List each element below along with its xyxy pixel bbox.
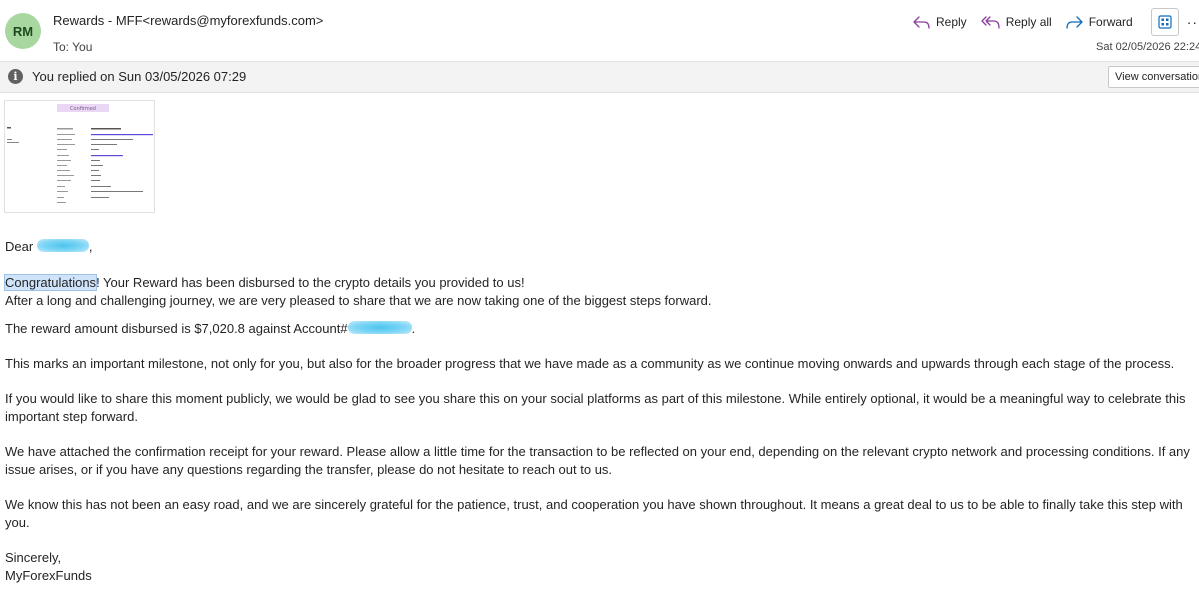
signature-line: MyForexFunds xyxy=(5,568,92,583)
apps-button[interactable] xyxy=(1150,8,1179,36)
receipt-preview-image: Confirmed xyxy=(7,104,153,203)
grid-icon xyxy=(1158,15,1172,29)
reply-icon xyxy=(913,15,930,29)
reply-all-label: Reply all xyxy=(1005,15,1052,29)
milestone-paragraph: This marks an important milestone, not o… xyxy=(5,356,1175,371)
redacted-name xyxy=(36,239,89,252)
sender-avatar[interactable]: RM xyxy=(5,13,41,49)
grateful-paragraph: We know this has not been an easy road, … xyxy=(5,497,1183,530)
share-paragraph: If you would like to share this moment p… xyxy=(5,391,1186,424)
journey-line: After a long and challenging journey, we… xyxy=(5,293,712,308)
thumbnail-header-text: Confirmed xyxy=(70,106,96,112)
more-actions-button[interactable]: ··· xyxy=(1187,14,1199,30)
recipient-line: To: You xyxy=(53,40,93,54)
receipt-paragraph: We have attached the confirmation receip… xyxy=(5,444,1190,477)
amount-period: . xyxy=(411,321,416,336)
attachment-thumbnail[interactable]: Confirmed xyxy=(4,100,155,213)
forward-label: Forward xyxy=(1088,15,1133,29)
view-conversation-button[interactable]: View conversation xyxy=(1108,66,1199,88)
congrats-rest: ! Your Reward has been disbursed to the … xyxy=(96,275,525,290)
greeting-comma: , xyxy=(88,239,93,254)
reply-all-button[interactable]: Reply all xyxy=(981,15,1052,29)
reply-all-icon xyxy=(981,15,1000,29)
sender-name[interactable]: Rewards - MFF<rewards@myforexfunds.com> xyxy=(53,13,323,28)
message-actions: Reply Reply all Forward ··· xyxy=(913,8,1199,36)
message-header: RM Rewards - MFF<rewards@myforexfunds.co… xyxy=(0,0,1199,60)
message-date: Sat 02/05/2026 22:24 xyxy=(1096,41,1199,53)
greeting-line: Dear , xyxy=(5,238,1195,256)
greeting-text: Dear xyxy=(5,239,34,254)
reply-label: Reply xyxy=(936,15,967,29)
forward-button[interactable]: Forward xyxy=(1066,15,1133,29)
amount-text: The reward amount disbursed is $7,020.8 … xyxy=(5,321,348,336)
redacted-account xyxy=(347,321,412,334)
congrats-highlight: Congratulations xyxy=(3,274,98,291)
message-body: Dear , Congratulations! Your Reward has … xyxy=(3,238,1195,585)
forward-icon xyxy=(1066,15,1083,29)
reply-button[interactable]: Reply xyxy=(913,15,967,29)
reply-info-text: You replied on Sun 03/05/2026 07:29 xyxy=(32,69,247,84)
reply-info-bar: i You replied on Sun 03/05/2026 07:29 Vi… xyxy=(0,61,1199,93)
closing-line: Sincerely, xyxy=(5,550,62,565)
amount-line: The reward amount disbursed is $7,020.8 … xyxy=(5,320,1195,338)
info-icon: i xyxy=(8,69,23,84)
congrats-line: Congratulations! Your Reward has been di… xyxy=(3,274,1195,292)
